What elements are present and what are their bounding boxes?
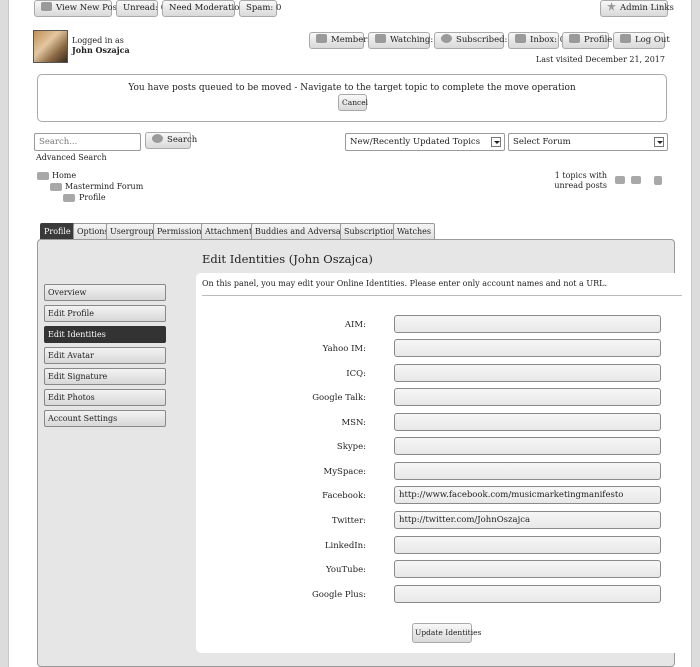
- unread-topics-info: 1 topics with unread posts: [554, 171, 607, 190]
- sidebar-item-account-settings[interactable]: Account Settings: [44, 410, 166, 427]
- identity-label: ICQ:: [346, 369, 366, 379]
- last-visited: Last visited December 21, 2017: [535, 55, 665, 64]
- members-icon: [316, 34, 327, 43]
- members-button[interactable]: Members: [309, 32, 372, 49]
- profile-button[interactable]: Profile: [562, 32, 612, 49]
- tab-profile[interactable]: Profile: [40, 223, 75, 239]
- admin-links-button[interactable]: Admin Links: [600, 0, 674, 17]
- star-icon: [607, 2, 616, 11]
- username[interactable]: John Oszajca: [72, 45, 130, 55]
- msn-field[interactable]: [394, 413, 661, 431]
- linkedin-field[interactable]: [394, 536, 661, 554]
- sidebar-item-edit-identities[interactable]: Edit Identities: [44, 326, 166, 343]
- logged-in-label: Logged in as: [72, 36, 124, 45]
- breadcrumb-home[interactable]: Home: [52, 171, 76, 180]
- chevron-down-icon: [654, 137, 664, 147]
- panel-intro: On this panel, you may edit your Online …: [202, 279, 607, 288]
- identity-label: YouTube:: [326, 565, 366, 575]
- forum-select[interactable]: Select Forum: [508, 133, 668, 151]
- logout-button[interactable]: Log Out: [613, 32, 670, 49]
- divider: [202, 295, 682, 296]
- chevron-down-icon: [491, 137, 501, 147]
- identities-form: On this panel, you may edit your Online …: [196, 273, 688, 653]
- tab-watches[interactable]: Watches: [393, 223, 435, 239]
- google-plus-field[interactable]: [394, 585, 661, 603]
- sidebar-item-edit-photos[interactable]: Edit Photos: [44, 389, 166, 406]
- update-identities-button[interactable]: Update Identities: [412, 623, 481, 643]
- envelope-icon: [515, 34, 526, 43]
- binoculars-icon: [375, 34, 386, 43]
- search-button[interactable]: Search: [145, 132, 197, 149]
- move-notice-message: You have posts queued to be moved - Navi…: [128, 83, 576, 93]
- identity-label: Facebook:: [322, 491, 366, 501]
- google-talk-field[interactable]: [394, 388, 661, 406]
- search-icon: [152, 134, 163, 143]
- folder-icon: [37, 172, 49, 180]
- identity-label: Twitter:: [331, 516, 366, 526]
- skype-field[interactable]: [394, 437, 661, 455]
- inbox-button[interactable]: Inbox: 0: [508, 32, 565, 49]
- identity-label: LinkedIn:: [324, 541, 366, 551]
- identity-label: Google Talk:: [312, 393, 366, 403]
- breadcrumb-profile[interactable]: Profile: [79, 193, 106, 202]
- spam-button[interactable]: Spam: 0: [239, 0, 281, 17]
- breadcrumb-forum[interactable]: Mastermind Forum: [65, 182, 143, 191]
- mark-read-icon[interactable]: [615, 176, 625, 184]
- move-notice: You have posts queued to be moved - Navi…: [37, 74, 667, 122]
- sidebar-item-edit-profile[interactable]: Edit Profile: [44, 305, 166, 322]
- sidebar-item-edit-avatar[interactable]: Edit Avatar: [44, 347, 166, 364]
- page: View New Posts Unread: 0 Need Moderation…: [8, 0, 692, 667]
- aim-field[interactable]: [394, 315, 661, 333]
- identity-label: Skype:: [336, 442, 366, 452]
- facebook-field[interactable]: http://www.facebook.com/musicmarketingma…: [394, 486, 661, 504]
- need-moderation-button[interactable]: Need Moderation: 0: [162, 0, 256, 17]
- posts-icon: [41, 2, 52, 11]
- user-icon: [569, 34, 580, 43]
- key-icon: [620, 34, 631, 43]
- myspace-field[interactable]: [394, 462, 661, 480]
- subscribed-button[interactable]: Subscribed: 0: [434, 32, 516, 49]
- view-new-posts-button[interactable]: View New Posts: [34, 0, 125, 17]
- mark-all-read-icon[interactable]: [631, 176, 641, 184]
- unread-button[interactable]: Unread: 0: [116, 0, 166, 17]
- identity-label: MSN:: [341, 418, 366, 428]
- sidebar-item-edit-signature[interactable]: Edit Signature: [44, 368, 166, 385]
- folder-icon: [50, 183, 62, 191]
- identity-label: MySpace:: [323, 467, 367, 477]
- heart-icon: [441, 34, 452, 43]
- hand-icon[interactable]: [654, 176, 662, 185]
- twitter-field[interactable]: http://twitter.com/JohnOszajca: [394, 511, 661, 529]
- folder-icon: [63, 194, 75, 202]
- sidebar-item-overview[interactable]: Overview: [44, 284, 166, 301]
- search-input[interactable]: Search...: [34, 133, 141, 151]
- icq-field[interactable]: [394, 364, 661, 382]
- advanced-search-link[interactable]: Advanced Search: [36, 153, 107, 162]
- watching-button[interactable]: Watching: 0: [368, 32, 441, 49]
- identity-label: Google Plus:: [311, 590, 366, 600]
- avatar[interactable]: [33, 30, 68, 63]
- profile-panel: Edit Identities (John Oszajca) Overview …: [37, 239, 688, 667]
- identity-label: Yahoo IM:: [322, 344, 366, 354]
- identity-label: AIM:: [344, 320, 366, 330]
- topics-select[interactable]: New/Recently Updated Topics: [345, 133, 505, 151]
- cancel-button[interactable]: Cancel: [338, 94, 368, 111]
- youtube-field[interactable]: [394, 560, 661, 578]
- page-title: Edit Identities (John Oszajca): [202, 252, 373, 266]
- yahoo-im-field[interactable]: [394, 339, 661, 357]
